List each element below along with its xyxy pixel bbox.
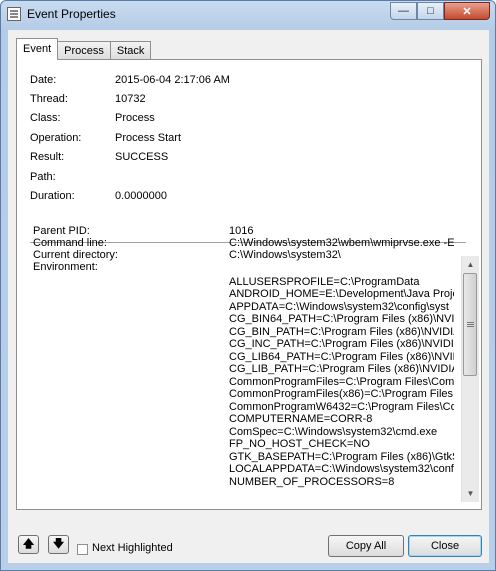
class-value: Process	[115, 112, 155, 124]
title-bar[interactable]: Event Properties — □ ✕	[1, 1, 495, 29]
copy-all-label: Copy All	[345, 540, 387, 552]
command-line-value: C:\Windows\system32\wbem\wmiprvse.exe -E	[229, 237, 454, 249]
maximize-button[interactable]: □	[417, 2, 444, 20]
current-directory-label: Current directory:	[33, 249, 118, 261]
thread-label: Thread:	[30, 93, 68, 105]
close-button[interactable]: Close	[408, 535, 482, 557]
environment-entry: ALLUSERSPROFILE=C:\ProgramData	[229, 276, 420, 288]
command-line-label: Command line:	[33, 237, 107, 249]
tab-process[interactable]: Process	[57, 41, 111, 60]
scroll-down-icon[interactable]: ▼	[462, 485, 479, 502]
next-highlighted-label[interactable]: Next Highlighted	[92, 542, 173, 554]
event-panel: Date: 2015-06-04 2:17:06 AM Thread: 1073…	[16, 59, 482, 510]
environment-entry: CG_BIN64_PATH=C:\Program Files (x86)\NVI…	[229, 313, 454, 325]
environment-label: Environment:	[33, 261, 98, 273]
environment-entry: GTK_BASEPATH=C:\Program Files (x86)\GtkS…	[229, 451, 454, 463]
environment-entry: ANDROID_HOME=E:\Development\Java Proje	[229, 288, 454, 300]
date-label: Date:	[30, 74, 57, 86]
environment-entry: CommonProgramFiles=C:\Program Files\Comm	[229, 376, 454, 388]
vertical-scrollbar[interactable]: ▲ ▼	[461, 256, 479, 502]
environment-entry: ComSpec=C:\Windows\system32\cmd.exe	[229, 426, 438, 438]
close-icon: ✕	[462, 5, 472, 18]
current-directory-value: C:\Windows\system32\	[229, 249, 341, 261]
operation-label: Operation:	[30, 132, 82, 144]
scrollbar-thumb[interactable]	[463, 273, 477, 376]
tab-event[interactable]: Event	[16, 38, 59, 60]
duration-value: 0.0000000	[115, 190, 167, 202]
minimize-button[interactable]: —	[390, 2, 417, 20]
environment-entry: CG_LIB64_PATH=C:\Program Files (x86)\NVI…	[229, 351, 454, 363]
environment-entry: CommonProgramFiles(x86)=C:\Program Files…	[229, 388, 454, 400]
close-window-button[interactable]: ✕	[444, 2, 490, 20]
minimize-icon: —	[398, 5, 409, 17]
environment-list: ALLUSERSPROFILE=C:\ProgramData ANDROID_H…	[229, 276, 454, 496]
copy-all-button[interactable]: Copy All	[328, 535, 404, 557]
next-highlighted-checkbox[interactable]	[77, 544, 88, 555]
dialog-client: Event Process Stack Date: 2015-06-04 2:1…	[8, 30, 489, 563]
previous-event-button[interactable]: 🡅	[18, 535, 39, 554]
environment-entry: CG_LIB_PATH=C:\Program Files (x86)\NVIDI…	[229, 363, 454, 375]
parent-pid-value: 1016	[229, 225, 254, 237]
environment-entry: CG_INC_PATH=C:\Program Files (x86)\NVIDI…	[229, 338, 454, 350]
event-properties-window: Event Properties — □ ✕ Event Process Sta…	[0, 0, 496, 571]
app-icon	[7, 7, 21, 21]
close-label: Close	[430, 540, 460, 552]
grip-line	[467, 326, 474, 327]
tab-stack[interactable]: Stack	[109, 41, 152, 60]
result-value: SUCCESS	[115, 151, 169, 163]
result-label: Result:	[30, 151, 65, 163]
thread-value: 10732	[115, 93, 146, 105]
down-arrow-icon: 🡇	[52, 538, 65, 550]
window-title: Event Properties	[27, 7, 116, 21]
grip-line	[467, 324, 474, 325]
environment-entry: NUMBER_OF_PROCESSORS=8	[229, 476, 395, 488]
environment-entry: CG_BIN_PATH=C:\Program Files (x86)\NVIDI…	[229, 326, 454, 338]
maximize-icon: □	[427, 5, 434, 17]
environment-entry: COMPUTERNAME=CORR-8	[229, 413, 373, 425]
path-label: Path:	[30, 171, 56, 183]
operation-value: Process Start	[115, 132, 182, 144]
parent-pid-label: Parent PID:	[33, 225, 90, 237]
class-label: Class:	[30, 112, 61, 124]
tab-strip: Event Process Stack	[16, 38, 152, 60]
scroll-up-icon[interactable]: ▲	[462, 256, 479, 273]
date-value: 2015-06-04 2:17:06 AM	[115, 74, 230, 86]
next-event-button[interactable]: 🡇	[48, 535, 69, 554]
environment-entry: CommonProgramW6432=C:\Program Files\Co	[229, 401, 454, 413]
environment-entry: APPDATA=C:\Windows\system32\config\syst	[229, 301, 449, 313]
environment-entry: FP_NO_HOST_CHECK=NO	[229, 438, 370, 450]
grip-line	[467, 322, 474, 323]
duration-label: Duration:	[30, 190, 75, 202]
environment-entry: LOCALAPPDATA=C:\Windows\system32\confi	[229, 463, 454, 475]
up-arrow-icon: 🡅	[22, 538, 35, 550]
